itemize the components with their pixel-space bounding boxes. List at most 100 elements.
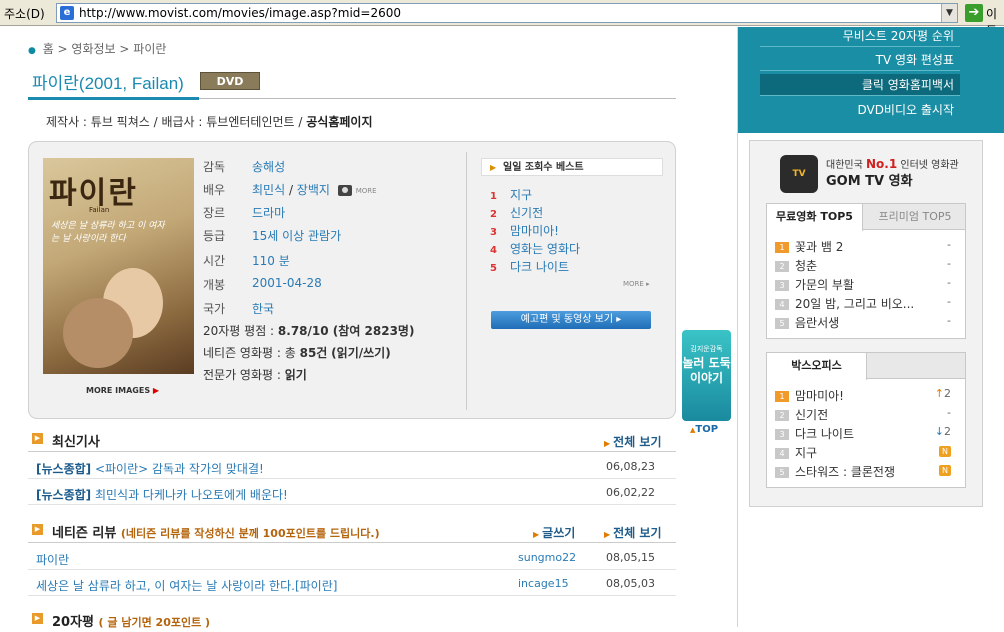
arrow-right-icon: ▶ bbox=[604, 439, 611, 448]
box-office-row[interactable]: 3 다크 나이트 ↓2 bbox=[775, 425, 959, 443]
trailer-button[interactable]: 예고편 및 동영상 보기 ▸ bbox=[491, 311, 651, 329]
box-office-row[interactable]: 4 지구 N bbox=[775, 444, 959, 462]
tab-box-office[interactable]: 박스오피스 bbox=[767, 353, 867, 380]
free-movie-row[interactable]: 1 꽃과 뱀 2 - bbox=[775, 238, 959, 256]
actor-link[interactable]: 장백지 bbox=[297, 183, 330, 197]
review-user[interactable]: sungmo22 bbox=[518, 551, 576, 564]
box-office-link[interactable]: 신기전 bbox=[795, 408, 828, 422]
daily-best-link[interactable]: 신기전 bbox=[510, 206, 543, 220]
menu-item-tv-schedule[interactable]: TV 영화 편성표 bbox=[760, 49, 960, 71]
view-all-label: 전체 보기 bbox=[613, 526, 662, 540]
menu-item-dvd-releases[interactable]: DVD비디오 출시작 bbox=[760, 99, 960, 121]
rank-change: ↓2 bbox=[935, 425, 951, 438]
netizen-count: 85건 bbox=[299, 346, 328, 360]
netizen-read-write-link[interactable]: (읽기/쓰기) bbox=[331, 346, 391, 360]
tab-free-top5[interactable]: 무료영화 TOP5 bbox=[767, 204, 863, 231]
top-link[interactable]: ▲TOP bbox=[690, 424, 718, 435]
rank-number: 3 bbox=[490, 227, 497, 238]
free-movie-link[interactable]: 가문의 부활 bbox=[795, 278, 854, 292]
movie-poster[interactable]: 파이란 Failan 세상은 날 삼류라 하고 이 여자는 날 사랑이라 한다 bbox=[43, 158, 194, 374]
box-office-link[interactable]: 스타워즈 : 클론전쟁 bbox=[795, 465, 895, 479]
info-label: 국가 bbox=[203, 302, 226, 316]
box-office-row[interactable]: 2 신기전 - bbox=[775, 406, 959, 424]
country-link[interactable]: 한국 bbox=[252, 300, 274, 317]
daily-best-item[interactable]: 5 다크 나이트 bbox=[490, 258, 569, 276]
tab-premium-top5[interactable]: 프리미엄 TOP5 bbox=[867, 204, 963, 230]
side-banner-ad[interactable]: 김지운감독 놀러 도둑 이야기 bbox=[682, 330, 731, 421]
genre-link[interactable]: 드라마 bbox=[252, 204, 285, 221]
box-office-link[interactable]: 맘마미아! bbox=[795, 389, 844, 403]
free-movie-link[interactable]: 음란서생 bbox=[795, 316, 839, 330]
daily-best-link[interactable]: 영화는 영화다 bbox=[510, 242, 580, 256]
free-movie-link[interactable]: 꽃과 뱀 2 bbox=[795, 240, 843, 254]
daily-best-item[interactable]: 3 맘마미아! bbox=[490, 222, 559, 240]
url-input[interactable]: e http://www.movist.com/movies/image.asp… bbox=[56, 3, 958, 23]
breadcrumb-home[interactable]: 홈 bbox=[43, 42, 54, 56]
reviews-view-all-link[interactable]: ▶ 전체 보기 bbox=[604, 524, 662, 541]
review-link[interactable]: 세상은 날 삼류라 하고, 이 여자는 날 사랑이라 한다.[파이란] bbox=[36, 577, 337, 594]
news-view-all-link[interactable]: ▶ 전체 보기 bbox=[604, 433, 662, 450]
free-movie-link[interactable]: 청춘 bbox=[795, 259, 817, 273]
write-review-link[interactable]: ▶ 글쓰기 bbox=[533, 524, 575, 541]
news-row[interactable]: [뉴스종합] 최민식과 다케나카 나오토에게 배운다! 06,02,22 bbox=[28, 480, 676, 505]
arrow-right-icon: ▶ bbox=[490, 163, 497, 172]
more-label: MORE bbox=[623, 280, 644, 288]
daily-best-item[interactable]: 4 영화는 영화다 bbox=[490, 240, 580, 258]
short-reviews-promo: ( 글 남기면 20포인트 ) bbox=[98, 616, 211, 629]
rank-number: 1 bbox=[490, 191, 497, 202]
daily-best-link[interactable]: 다크 나이트 bbox=[510, 260, 569, 274]
free-movie-row[interactable]: 5 음란서생 - bbox=[775, 314, 959, 332]
daily-best-item[interactable]: 2 신기전 bbox=[490, 204, 543, 222]
news-link[interactable]: [뉴스종합] 최민식과 다케나카 나오토에게 배운다! bbox=[36, 486, 288, 503]
rating-link[interactable]: 15세 이상 관람가 bbox=[252, 227, 341, 244]
gom-tv-logo[interactable]: TV bbox=[780, 155, 818, 193]
expert-read-link[interactable]: 읽기 bbox=[285, 368, 307, 382]
free-movie-link[interactable]: 20일 밤, 그리고 비오... bbox=[795, 297, 914, 311]
free-movie-row[interactable]: 4 20일 밤, 그리고 비오... - bbox=[775, 295, 959, 313]
gom-no1: No.1 bbox=[865, 157, 898, 171]
review-row[interactable]: 세상은 날 삼류라 하고, 이 여자는 날 사랑이라 한다.[파이란] inca… bbox=[28, 571, 676, 596]
main-content: ● 홈 > 영화정보 > 파이란 파이란(2001, Failan) DVD 제… bbox=[0, 27, 737, 630]
more-images-link[interactable]: MORE IMAGES ▶ bbox=[86, 386, 159, 395]
url-text[interactable]: http://www.movist.com/movies/image.asp?m… bbox=[79, 6, 401, 20]
review-date: 08,05,15 bbox=[606, 551, 655, 564]
box-office-link[interactable]: 다크 나이트 bbox=[795, 427, 854, 441]
review-link[interactable]: 파이란 bbox=[36, 551, 69, 568]
expert-label: 전문가 영화평 : bbox=[203, 368, 285, 382]
review-row[interactable]: 파이란 sungmo22 08,05,15 bbox=[28, 545, 676, 570]
go-arrow-icon[interactable]: ➔ bbox=[965, 4, 983, 22]
news-row[interactable]: [뉴스종합] <파이란> 감독과 작가의 맞대결! 06,08,23 bbox=[28, 454, 676, 479]
box-office-row[interactable]: 5 스타워즈 : 클론전쟁 N bbox=[775, 463, 959, 481]
daily-best-header: ▶ 일일 조회수 베스트 bbox=[481, 158, 663, 176]
daily-best-item[interactable]: 1 지구 bbox=[490, 186, 532, 204]
official-homepage-link[interactable]: 공식홈페이지 bbox=[306, 115, 372, 129]
score-value: 8.78/10 (참여 2823명) bbox=[277, 324, 415, 338]
poster-subtitle: Failan bbox=[89, 206, 110, 214]
menu-item-ranking[interactable]: 무비스트 20자평 순위 bbox=[760, 25, 960, 47]
url-dropdown-icon[interactable]: ▼ bbox=[941, 4, 957, 22]
free-movie-row[interactable]: 2 청춘 - bbox=[775, 257, 959, 275]
gom-name[interactable]: GOM TV 영화 bbox=[826, 170, 913, 189]
actor-link[interactable]: 최민식 bbox=[252, 183, 285, 197]
free-movie-row[interactable]: 3 가문의 부활 - bbox=[775, 276, 959, 294]
rank-change-value: 2 bbox=[944, 425, 951, 438]
daily-best-link[interactable]: 지구 bbox=[510, 188, 532, 202]
score-label: 20자평 평점 : bbox=[203, 324, 278, 338]
rank-badge: 4 bbox=[775, 299, 789, 310]
news-link[interactable]: [뉴스종합] <파이란> 감독과 작가의 맞대결! bbox=[36, 460, 264, 477]
dvd-badge[interactable]: DVD bbox=[200, 72, 260, 90]
menu-item-homepage-whitepaper[interactable]: 클릭 영화홈피백서 bbox=[760, 74, 960, 96]
box-office-row[interactable]: 1 맘마미아! ↑2 bbox=[775, 387, 959, 405]
breadcrumb-movie-info[interactable]: 영화정보 bbox=[71, 42, 115, 56]
review-user[interactable]: incage15 bbox=[518, 577, 569, 590]
camera-icon[interactable] bbox=[337, 185, 352, 196]
daily-best-more-link[interactable]: MORE ▸ bbox=[623, 280, 650, 288]
daily-best-link[interactable]: 맘마미아! bbox=[510, 224, 559, 238]
box-office-link[interactable]: 지구 bbox=[795, 446, 817, 460]
cast-more-link[interactable]: MORE bbox=[356, 187, 377, 195]
title-underline bbox=[28, 97, 199, 100]
rank-badge: 3 bbox=[775, 429, 789, 440]
poster-figure bbox=[63, 298, 133, 368]
info-label: 감독 bbox=[203, 160, 226, 174]
director-link[interactable]: 송해성 bbox=[252, 158, 285, 175]
